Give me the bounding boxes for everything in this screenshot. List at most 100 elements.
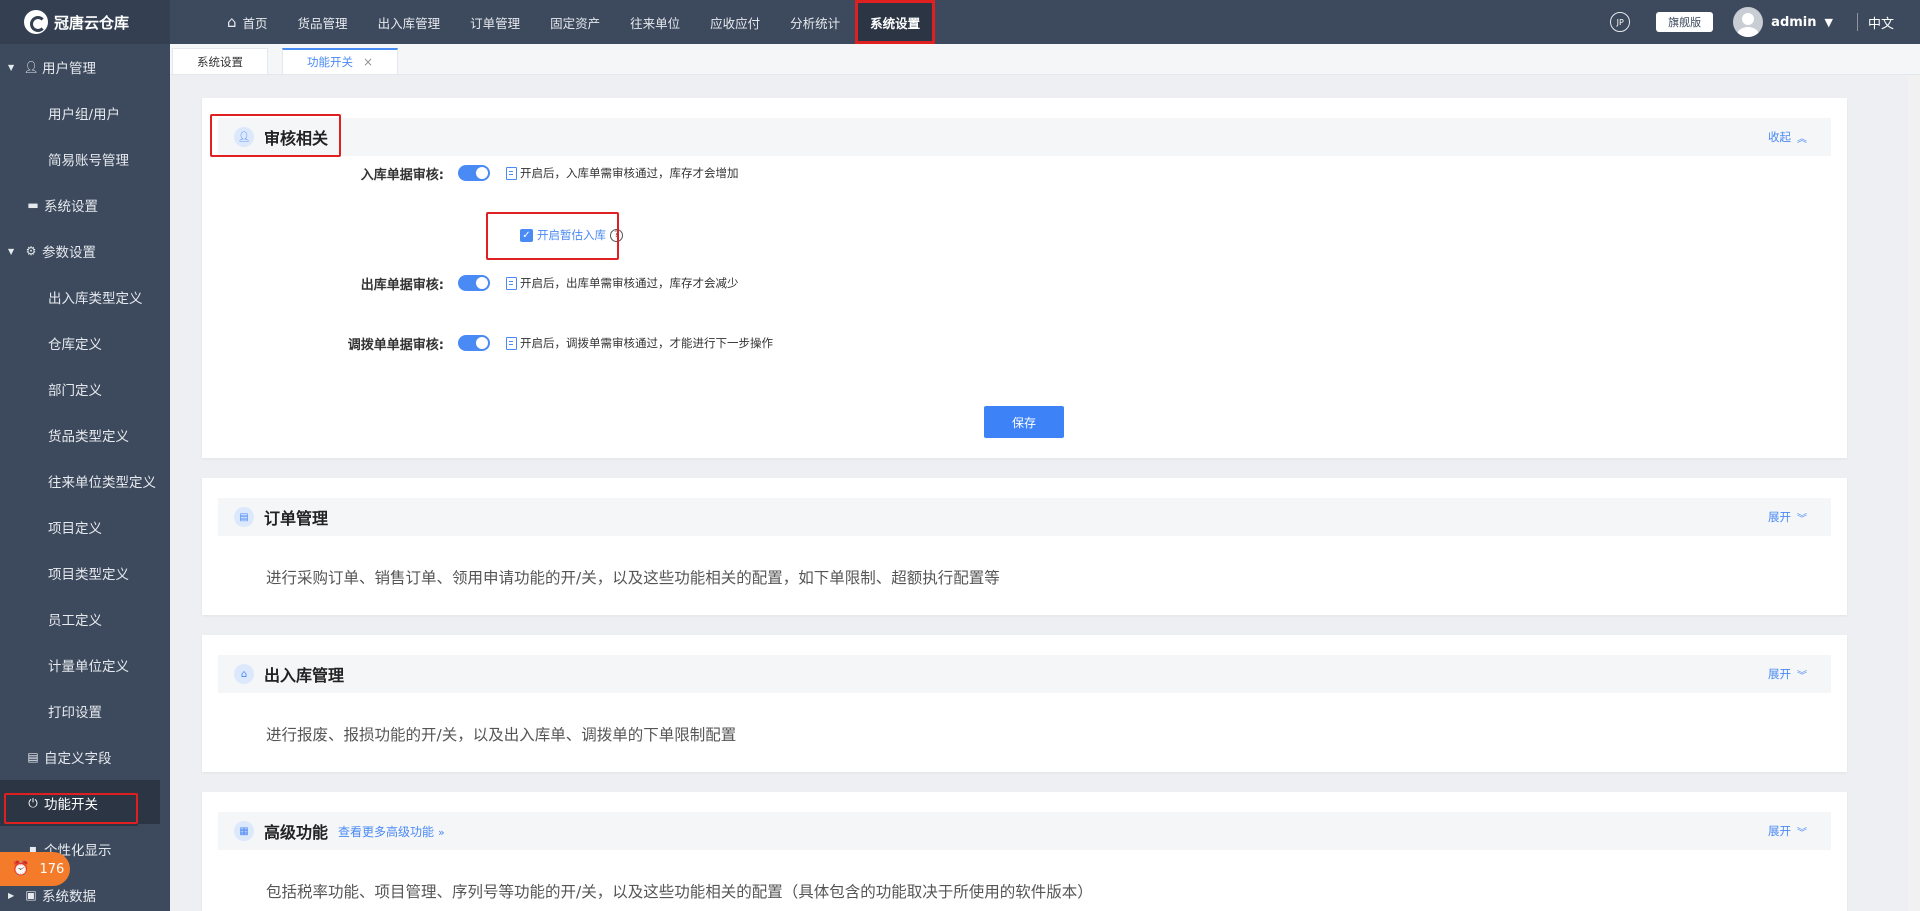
estimate-inbound-label[interactable]: 开启暂估入库 xyxy=(537,227,606,243)
sidebar-item-project[interactable]: 项目定义 xyxy=(0,504,160,550)
scrollbar[interactable] xyxy=(1908,75,1920,911)
inout-desc: 进行报废、报损功能的开/关，以及出入库单、调拨单的下单限制配置 xyxy=(266,726,737,744)
username[interactable]: admin xyxy=(1771,15,1816,30)
divider xyxy=(1856,13,1858,31)
close-icon[interactable]: × xyxy=(363,55,373,69)
advanced-desc: 包括税率功能、项目管理、序列号等功能的开/关，以及这些功能相关的配置（具体包含的… xyxy=(266,883,1093,901)
caret-down-icon: ▼ xyxy=(8,246,15,256)
language-switch[interactable]: 中文 xyxy=(1868,13,1894,32)
inbound-audit-tip: 开启后，入库单需审核通过，库存才会增加 xyxy=(520,166,739,180)
app-name: 冠唐云仓库 xyxy=(54,13,130,32)
chevron-down-icon: ︾ xyxy=(1797,827,1807,839)
warehouse-icon: ⌂ xyxy=(234,664,254,684)
document-icon xyxy=(506,276,517,290)
more-advanced-link[interactable]: 查看更多高级功能» xyxy=(338,823,445,840)
advanced-card-header: ▦ 高级功能 查看更多高级功能» 展开 ︾ xyxy=(218,812,1831,850)
chevron-down-icon: ︾ xyxy=(1797,513,1807,525)
main-content: 👤︎ 审核相关 收起 ︽ 入库单据审核: 开启后，入库单需审核通过，库存才会增加… xyxy=(170,75,1920,911)
estimate-inbound-row: ✓ 开启暂估入库 ? xyxy=(520,227,623,243)
nav-fixed-assets[interactable]: 固定资产 xyxy=(535,0,615,44)
nav-partners[interactable]: 往来单位 xyxy=(615,0,695,44)
expand-button[interactable]: 展开 ︾ xyxy=(1768,823,1807,839)
inout-card: ⌂ 出入库管理 展开 ︾ 进行报废、报损功能的开/关，以及出入库单、调拨单的下单… xyxy=(202,635,1847,772)
tab-feature-switch[interactable]: 功能开关 × xyxy=(282,48,399,74)
double-chevron-right-icon: » xyxy=(438,825,445,839)
outbound-audit-tip: 开启后，出库单需审核通过，库存才会减少 xyxy=(520,276,739,290)
home-icon: ⌂ xyxy=(227,13,237,31)
sidebar-item-user-group[interactable]: 用户组/用户 xyxy=(0,90,160,136)
inout-title: 出入库管理 xyxy=(264,666,345,685)
power-icon: ⏻ xyxy=(28,795,38,810)
nav-system-settings[interactable]: 系统设置 xyxy=(855,0,936,44)
user-icon: 👤︎ xyxy=(23,60,39,74)
sidebar-item-feature-switch[interactable]: ⏻ 功能开关 xyxy=(0,780,160,826)
transfer-audit-switch[interactable] xyxy=(458,335,490,351)
logo[interactable]: 冠唐云仓库 xyxy=(0,0,170,44)
audit-card-header: 👤︎ 审核相关 收起 ︽ xyxy=(218,118,1831,156)
monitor-icon: ▬ xyxy=(27,198,39,212)
nav-orders[interactable]: 订单管理 xyxy=(455,0,535,44)
sidebar-edge xyxy=(160,44,170,911)
audit-title: 审核相关 xyxy=(264,129,329,148)
order-desc: 进行采购订单、销售订单、领用申请功能的开/关，以及这些功能相关的配置，如下单限制… xyxy=(266,569,1000,587)
inbound-audit-row: 入库单据审核: 开启后，入库单需审核通过，库存才会增加 xyxy=(202,162,739,184)
sidebar-item-goods-type[interactable]: 货品类型定义 xyxy=(0,412,160,458)
document-icon xyxy=(506,336,517,350)
caret-down-icon: ▼ xyxy=(8,62,15,72)
advanced-card: ▦ 高级功能 查看更多高级功能» 展开 ︾ 包括税率功能、项目管理、序列号等功能… xyxy=(202,792,1847,911)
sidebar-item-department[interactable]: 部门定义 xyxy=(0,366,160,412)
nav-receivable[interactable]: 应收应付 xyxy=(695,0,775,44)
sidebar-item-unit[interactable]: 计量单位定义 xyxy=(0,642,160,688)
inbound-audit-switch[interactable] xyxy=(458,165,490,181)
expand-button[interactable]: 展开 ︾ xyxy=(1768,666,1807,682)
document-icon xyxy=(506,166,517,180)
list-icon: ▤ xyxy=(234,507,254,527)
tab-system-settings[interactable]: 系统设置 xyxy=(172,48,268,74)
expand-button[interactable]: 展开 ︾ xyxy=(1768,509,1807,525)
nav-analytics[interactable]: 分析统计 xyxy=(775,0,855,44)
sidebar-item-custom-fields[interactable]: ▤ 自定义字段 xyxy=(0,734,160,780)
sidebar-item-employee[interactable]: 员工定义 xyxy=(0,596,160,642)
main-nav: ⌂ 首页 货品管理 出入库管理 订单管理 固定资产 往来单位 应收应付 分析统计 … xyxy=(212,0,936,44)
collapse-button[interactable]: 收起 ︽ xyxy=(1768,129,1807,145)
nav-inout[interactable]: 出入库管理 xyxy=(363,0,456,44)
order-card-header: ▤ 订单管理 展开 ︾ xyxy=(218,498,1831,536)
outbound-audit-label: 出库单据审核: xyxy=(360,277,444,293)
avatar[interactable] xyxy=(1733,7,1764,37)
user-icon: 👤︎ xyxy=(234,127,254,147)
question-icon[interactable]: ? xyxy=(610,228,623,242)
sidebar-item-partner-type[interactable]: 往来单位类型定义 xyxy=(0,458,160,504)
estimate-inbound-checkbox[interactable]: ✓ xyxy=(520,228,533,242)
edition-badge[interactable]: 旗舰版 xyxy=(1656,12,1714,32)
notification-badge[interactable]: ⏰ 176 xyxy=(0,852,70,886)
sidebar: ▼ 👤︎ 用户管理 用户组/用户 简易账号管理 ▬ 系统设置 ▼ ⚙ 参数设置 … xyxy=(0,44,160,911)
sidebar-item-project-type[interactable]: 项目类型定义 xyxy=(0,550,160,596)
chevron-up-icon: ︽ xyxy=(1797,133,1807,145)
nav-goods[interactable]: 货品管理 xyxy=(283,0,363,44)
gear-icon: ⚙ xyxy=(25,244,37,258)
database-icon: ▣ xyxy=(25,888,37,902)
sidebar-item-inout-type[interactable]: 出入库类型定义 xyxy=(0,274,160,320)
tab-bar: 系统设置 功能开关 × xyxy=(170,44,1920,75)
transfer-audit-row: 调拨单单据审核: 开启后，调拨单需审核通过，才能进行下一步操作 xyxy=(202,332,773,354)
outbound-audit-row: 出库单据审核: 开启后，出库单需审核通过，库存才会减少 xyxy=(202,272,739,294)
order-title: 订单管理 xyxy=(264,509,329,528)
sidebar-item-warehouse[interactable]: 仓库定义 xyxy=(0,320,160,366)
order-card: ▤ 订单管理 展开 ︾ 进行采购订单、销售订单、领用申请功能的开/关，以及这些功… xyxy=(202,478,1847,615)
sidebar-edge-lower xyxy=(138,824,170,911)
sidebar-item-system-settings[interactable]: ▬ 系统设置 xyxy=(0,182,160,228)
caret-down-icon[interactable]: ▼ xyxy=(1825,16,1833,29)
sidebar-group-user-mgmt[interactable]: ▼ 👤︎ 用户管理 xyxy=(0,44,160,90)
inbound-audit-label: 入库单据审核: xyxy=(360,167,444,183)
nav-home[interactable]: ⌂ 首页 xyxy=(212,0,283,44)
outbound-audit-switch[interactable] xyxy=(458,275,490,291)
alarm-icon: ⏰ xyxy=(12,861,30,877)
chevron-down-icon: ︾ xyxy=(1797,670,1807,682)
audit-card: 👤︎ 审核相关 收起 ︽ 入库单据审核: 开启后，入库单需审核通过，库存才会增加… xyxy=(202,98,1847,458)
save-button[interactable]: 保存 xyxy=(984,406,1064,438)
sidebar-item-simple-account[interactable]: 简易账号管理 xyxy=(0,136,160,182)
top-navbar: 冠唐云仓库 ⌂ 首页 货品管理 出入库管理 订单管理 固定资产 往来单位 应收应付… xyxy=(0,0,1920,44)
sidebar-item-print[interactable]: 打印设置 xyxy=(0,688,160,734)
sidebar-group-param-settings[interactable]: ▼ ⚙ 参数设置 xyxy=(0,228,160,274)
jp-icon[interactable]: JP xyxy=(1610,12,1631,32)
